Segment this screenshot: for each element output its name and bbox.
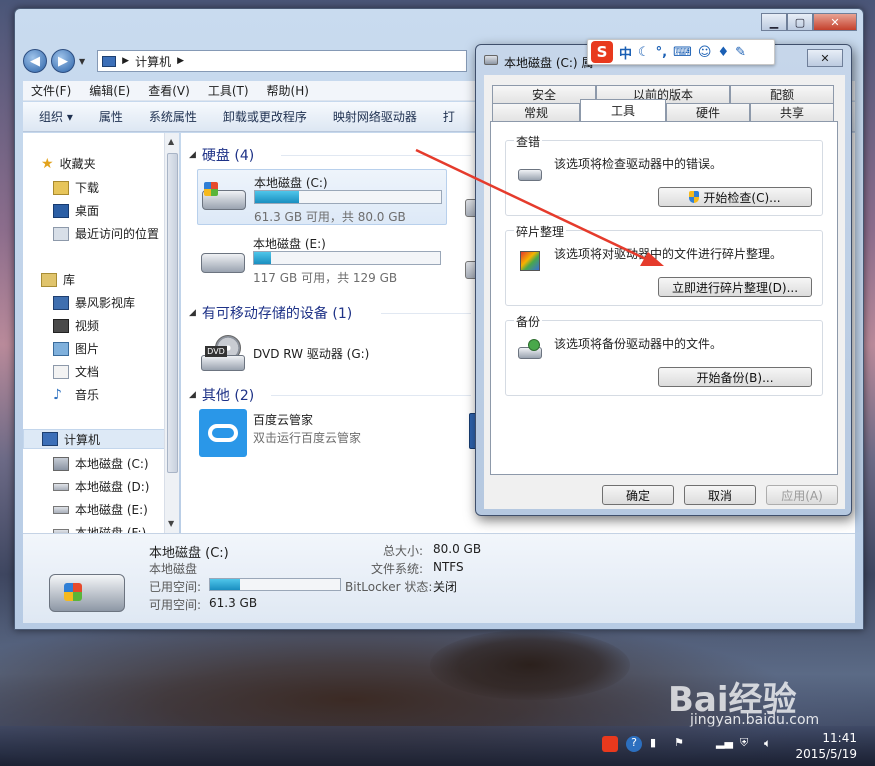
tab-tools[interactable]: 工具 <box>580 99 666 121</box>
sogou-tray-icon[interactable] <box>602 736 618 752</box>
shield-icon[interactable]: ⛨ <box>740 736 756 752</box>
system-clock[interactable]: 11:41 2015/5/19 <box>795 730 857 762</box>
signal-icon[interactable]: ▂▄ <box>716 736 733 752</box>
network-icon[interactable]: ▮ <box>650 736 666 752</box>
clock-date: 2015/5/19 <box>795 747 857 761</box>
clock-time: 11:41 <box>822 731 857 745</box>
taskbar: ? ▮ ⚑ ▂▄ ⛨ 🔈︎ 11:41 2015/5/19 <box>0 726 875 766</box>
help-icon[interactable]: ? <box>626 736 642 752</box>
flag-icon[interactable]: ⚑ <box>674 736 690 752</box>
annotation-arrow <box>415 148 664 266</box>
arrow-shaft <box>415 148 649 262</box>
volume-icon[interactable]: 🔈︎ <box>764 736 780 752</box>
